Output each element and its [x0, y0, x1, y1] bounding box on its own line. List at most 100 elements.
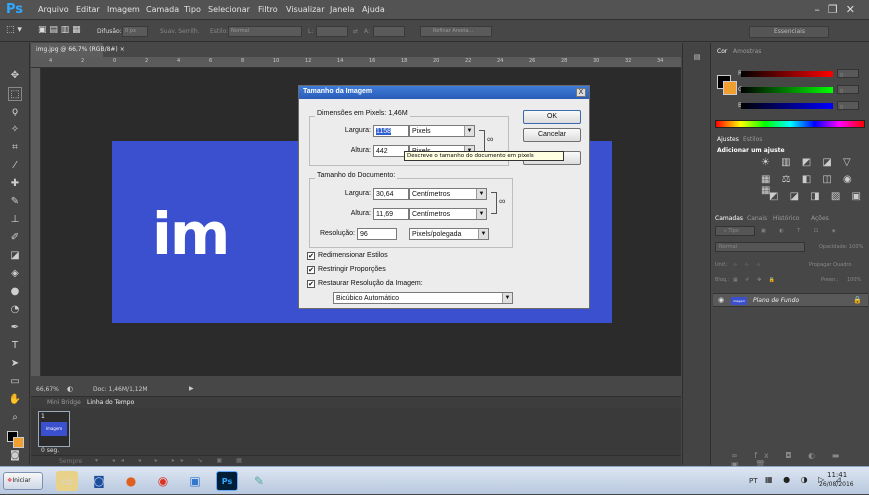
pixel-width-unit-select[interactable]: Pixels ▼ [409, 125, 475, 137]
pixel-width-input[interactable]: 1158 [373, 125, 409, 137]
playback-controls-icon[interactable]: ▾ ◂◂ ◂ ▸ ▸▸ ↘ ▣ ▦ [95, 457, 248, 464]
tab-canais[interactable]: Canais [747, 215, 767, 222]
tab-ajustes[interactable]: Ajustes [717, 136, 739, 143]
menu-filtro[interactable]: Filtro [258, 5, 278, 14]
width-input[interactable] [316, 26, 348, 37]
type-tool-icon[interactable]: T [8, 339, 22, 353]
hand-tool-icon[interactable]: ✋ [8, 393, 22, 407]
path-selection-icon[interactable]: ➤ [8, 357, 22, 371]
tab-linha-do-tempo[interactable]: Linha do Tempo [87, 399, 134, 406]
lock-icons[interactable]: ▦ ✐ ✥ 🔒 [733, 277, 778, 283]
opacity-value[interactable]: 100% [849, 244, 863, 250]
clock-date[interactable]: 26/08/2016 [819, 481, 854, 488]
tab-historico[interactable]: Histórico [773, 215, 799, 222]
photoshop-taskbar-icon[interactable]: Ps [216, 471, 238, 491]
workspace-select[interactable]: Essenciais [749, 26, 829, 38]
layer-filter-icons[interactable]: ▣ ◐ T ⊡ ◈ [761, 228, 842, 234]
menu-ajuda[interactable]: Ajuda [362, 5, 385, 14]
tab-cor[interactable]: Cor [717, 48, 727, 55]
cancel-button[interactable]: Cancelar [523, 128, 581, 142]
layer-row[interactable]: ◉ imagem Plano de Fundo 🔒 [713, 293, 868, 307]
explorer-taskbar-icon[interactable]: ▭ [56, 471, 78, 491]
menu-janela[interactable]: Janela [330, 5, 354, 14]
adjustment-icons-row-1[interactable]: ☀ ▥ ◩ ◪ ▽ [761, 157, 855, 168]
eyedropper-icon[interactable]: ⁄ [8, 159, 22, 173]
refinar-aresta-button[interactable]: Refinar Aresta... [420, 26, 492, 37]
marquee-tool-icon[interactable]: ⬚ [8, 87, 22, 101]
loop-select[interactable]: Sempre [59, 458, 82, 465]
tab-estilos[interactable]: Estilos [743, 136, 762, 143]
media-taskbar-icon[interactable]: ▣ [184, 471, 206, 491]
dialog-title-bar[interactable]: Tamanho da Imagem [299, 86, 589, 99]
crop-tool-icon[interactable]: ⌗ [8, 141, 22, 155]
adjustment-icons-row-3[interactable]: ◩ ◪ ◨ ▨ ▣ [769, 191, 865, 202]
pen-tool-icon[interactable]: ✒ [8, 321, 22, 335]
paint-taskbar-icon[interactable]: ✎ [248, 471, 270, 491]
resample-method-select[interactable]: Bicúbico Automático ▼ [333, 292, 513, 304]
resample-checkbox[interactable]: ✔ Restaurar Resolução da Imagem: [307, 280, 423, 288]
restore-icon[interactable]: ❐ [828, 3, 846, 16]
animation-frame[interactable]: 1 Imagem [38, 411, 70, 447]
move-tool-icon[interactable]: ✥ [8, 69, 22, 83]
propagate-frame-checkbox[interactable]: Propagar Quadro [809, 262, 851, 268]
dialog-close-button[interactable]: X [576, 88, 586, 97]
selection-mode-icons[interactable]: ▣ ▤ ▥ ▦ [38, 25, 81, 35]
layer-name[interactable]: Plano de Fundo [753, 297, 799, 304]
eraser-tool-icon[interactable]: ◪ [8, 249, 22, 263]
clone-stamp-icon[interactable]: ⊥ [8, 213, 22, 227]
status-arrow-icon[interactable]: ▶ [189, 385, 194, 392]
healing-brush-icon[interactable]: ✚ [8, 177, 22, 191]
doc-width-input[interactable]: 30,64 [373, 188, 409, 200]
status-info-icon[interactable]: ◐ [67, 385, 73, 393]
start-button[interactable]: ❖Iniciar [3, 472, 43, 490]
history-brush-icon[interactable]: ✐ [8, 231, 22, 245]
chrome-taskbar-icon[interactable]: ◉ [152, 471, 174, 491]
brush-tool-icon[interactable]: ✎ [8, 195, 22, 209]
menu-tipo[interactable]: Tipo [184, 5, 201, 14]
dodge-tool-icon[interactable]: ◔ [8, 303, 22, 317]
b-value-input[interactable]: 0 [837, 101, 859, 111]
zoom-tool-icon[interactable]: ⌕ [8, 411, 22, 425]
frame-delay[interactable]: 0 seg. [41, 447, 59, 454]
blend-mode-select[interactable]: Normal [715, 242, 805, 252]
menu-selecionar[interactable]: Selecionar [208, 5, 250, 14]
menu-arquivo[interactable]: Arquivo [38, 5, 69, 14]
paint-bucket-icon[interactable]: ◈ [8, 267, 22, 281]
close-tab-icon[interactable]: × [120, 46, 125, 53]
lasso-tool-icon[interactable]: ϙ [8, 105, 22, 119]
tab-camadas[interactable]: Camadas [715, 215, 743, 222]
bg-color-swatch[interactable] [723, 81, 737, 95]
suav-serrilh-checkbox[interactable]: Suav. Serrilh. [160, 28, 200, 35]
r-value-input[interactable]: 0 [837, 69, 859, 79]
rectangle-tool-icon[interactable]: ▭ [8, 375, 22, 389]
menu-camada[interactable]: Camada [146, 5, 179, 14]
doc-width-unit-select[interactable]: Centímetros ▼ [409, 188, 487, 200]
g-slider[interactable] [741, 87, 833, 93]
document-tab[interactable]: img.jpg @ 66,7% (RGB/8#) × [31, 43, 125, 57]
blur-tool-icon[interactable]: ● [8, 285, 22, 299]
background-color-swatch[interactable] [13, 437, 24, 448]
quick-mask-icon[interactable]: ◙ [8, 449, 22, 463]
resolution-input[interactable]: 96 [357, 228, 397, 240]
doc-height-unit-select[interactable]: Centímetros ▼ [409, 208, 487, 220]
menu-imagem[interactable]: Imagem [107, 5, 140, 14]
minimize-icon[interactable]: – [814, 3, 828, 16]
close-icon[interactable]: ✕ [846, 3, 863, 16]
estilo-select[interactable]: Normal [228, 26, 302, 37]
language-indicator[interactable]: PT [749, 477, 758, 485]
tab-mini-bridge[interactable]: Mini Bridge [47, 399, 81, 406]
visibility-eye-icon[interactable]: ◉ [718, 296, 724, 304]
ok-button[interactable]: OK [523, 110, 581, 124]
firefox-taskbar-icon[interactable]: ● [120, 471, 142, 491]
swap-icon[interactable]: ⇄ [353, 28, 358, 35]
doc-height-input[interactable]: 11,69 [373, 208, 409, 220]
window-controls[interactable]: –❐✕ [814, 3, 863, 16]
r-slider[interactable] [741, 71, 833, 77]
zoom-level[interactable]: 66,67% [36, 386, 59, 393]
clock-time[interactable]: 11:41 [827, 471, 847, 479]
outlook-taskbar-icon[interactable]: ◙ [88, 471, 110, 491]
fill-value[interactable]: 100% [847, 277, 861, 283]
menu-visualizar[interactable]: Visualizar [286, 5, 325, 14]
menu-editar[interactable]: Editar [76, 5, 100, 14]
scale-styles-checkbox[interactable]: ✔ Redimensionar Estilos [307, 252, 388, 260]
